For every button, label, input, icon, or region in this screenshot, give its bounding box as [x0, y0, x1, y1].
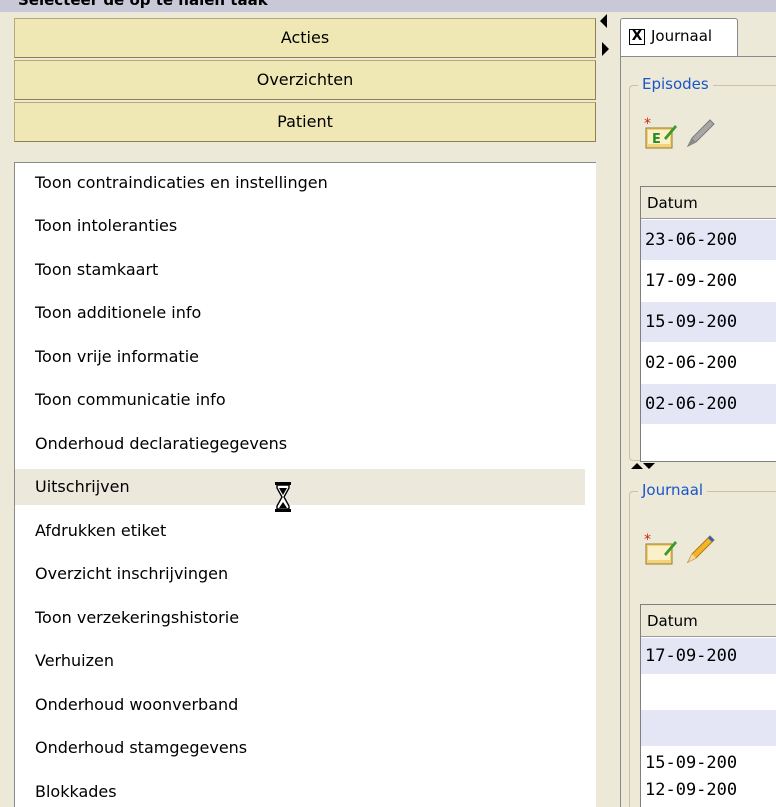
- menu-item-contraindicaties[interactable]: Toon contraindicaties en instellingen: [15, 165, 585, 201]
- title-caption: Selecteer de op te halen taak: [18, 0, 268, 9]
- menu-item-additionele-info[interactable]: Toon additionele info: [15, 295, 585, 331]
- table-row[interactable]: [641, 710, 776, 746]
- menu-item-afdrukken-etiket[interactable]: Afdrukken etiket: [15, 513, 585, 549]
- split-up-arrow-icon[interactable]: [631, 463, 643, 469]
- table-row[interactable]: 15-09-200: [641, 302, 776, 342]
- svg-text:*: *: [644, 116, 651, 132]
- new-episode-icon[interactable]: E *: [642, 116, 678, 152]
- menu-item-communicatie-info[interactable]: Toon communicatie info: [15, 382, 585, 418]
- menu-item-uitschrijven[interactable]: Uitschrijven: [15, 469, 585, 505]
- collapse-left-arrow-icon[interactable]: [600, 14, 607, 28]
- table-row[interactable]: [641, 674, 776, 710]
- app-window: Selecteer de op te halen taak Acties Ove…: [0, 0, 776, 807]
- menu-item-woonverband[interactable]: Onderhoud woonverband: [15, 687, 585, 723]
- menu-item-overzicht-inschrijvingen[interactable]: Overzicht inschrijvingen: [15, 556, 585, 592]
- menu-item-verhuizen[interactable]: Verhuizen: [15, 643, 585, 679]
- svg-text:*: *: [644, 532, 651, 548]
- table-row[interactable]: 17-09-200: [641, 261, 776, 301]
- pencil-icon[interactable]: [682, 532, 718, 568]
- table-row[interactable]: 17-09-200: [641, 638, 776, 674]
- menu-item-vrije-informatie[interactable]: Toon vrije informatie: [15, 339, 585, 375]
- new-journal-icon[interactable]: *: [642, 532, 678, 568]
- accordion-overzichten[interactable]: Overzichten: [14, 60, 596, 100]
- journaal-column-datum[interactable]: Datum: [641, 605, 776, 637]
- episodes-legend: Episodes: [638, 75, 713, 93]
- task-panel: Acties Overzichten Patient Toon contrain…: [12, 12, 596, 807]
- episodes-group: Episodes E * Datum 23-06-200 17-09-200 1…: [629, 75, 776, 462]
- episodes-column-datum[interactable]: Datum: [641, 187, 776, 219]
- episodes-table: Datum 23-06-200 17-09-200 15-09-200 02-0…: [640, 186, 776, 462]
- expand-right-arrow-icon[interactable]: [602, 42, 609, 56]
- svg-text:E: E: [652, 132, 661, 147]
- tab-journaal[interactable]: X Journaal: [620, 18, 738, 56]
- tab-label: Journaal: [651, 27, 713, 45]
- menu-item-intoleranties[interactable]: Toon intoleranties: [15, 208, 585, 244]
- journaal-group: Journaal * Datum 17-09-200 15-09-200 12-…: [629, 481, 776, 807]
- title-strip: Selecteer de op te halen taak: [0, 0, 776, 12]
- edit-disabled-icon[interactable]: [682, 116, 718, 152]
- hourglass-icon: [275, 482, 291, 512]
- table-row[interactable]: 23-06-200: [641, 220, 776, 260]
- table-row[interactable]: 02-06-200: [641, 384, 776, 424]
- menu-item-declaratiegegevens[interactable]: Onderhoud declaratiegegevens: [15, 426, 585, 462]
- split-down-arrow-icon[interactable]: [643, 463, 655, 469]
- tab-content: Episodes E * Datum 23-06-200 17-09-200 1…: [620, 56, 776, 807]
- menu-item-blokkades[interactable]: Blokkades: [15, 774, 585, 807]
- journaal-table: Datum 17-09-200 15-09-200 12-09-200: [640, 604, 776, 807]
- menu-item-stamkaart[interactable]: Toon stamkaart: [15, 252, 585, 288]
- menu-item-stamgegevens[interactable]: Onderhoud stamgegevens: [15, 730, 585, 766]
- journaal-panel: X Journaal Episodes E * Datum 23-06-200 …: [614, 12, 776, 807]
- patient-task-list: Toon contraindicaties en instellingen To…: [14, 162, 596, 807]
- panel-splitter[interactable]: [596, 12, 614, 807]
- table-row-partial[interactable]: [641, 425, 776, 461]
- accordion-patient[interactable]: Patient: [14, 102, 596, 142]
- close-icon[interactable]: X: [629, 29, 645, 45]
- table-row[interactable]: 12-09-200: [641, 775, 776, 805]
- menu-item-verzekeringshistorie[interactable]: Toon verzekeringshistorie: [15, 600, 585, 636]
- table-row[interactable]: 02-06-200: [641, 343, 776, 383]
- journaal-legend: Journaal: [638, 481, 708, 499]
- accordion-acties[interactable]: Acties: [14, 18, 596, 58]
